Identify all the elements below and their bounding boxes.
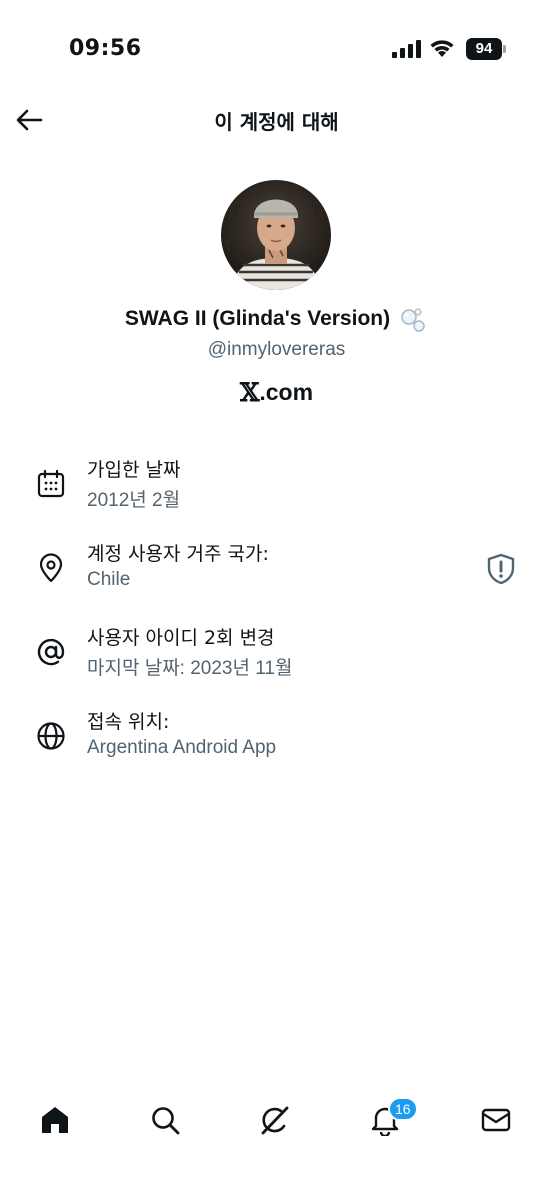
x-logo-text: 𝕏 <box>239 378 260 407</box>
status-bar: 09:56 94 <box>0 0 553 96</box>
at-sign-icon <box>37 638 65 666</box>
location-pin-icon <box>39 553 63 583</box>
signal-icon <box>392 40 421 58</box>
battery-cap <box>503 45 506 53</box>
notification-count-badge: 16 <box>388 1097 418 1121</box>
search-icon <box>152 1107 180 1135</box>
avatar[interactable] <box>221 180 331 290</box>
header: 이 계정에 대해 <box>0 96 553 146</box>
info-value: 2012년 2월 <box>87 490 181 511</box>
status-time: 09:56 <box>69 36 142 61</box>
battery-icon: 94 <box>466 38 506 60</box>
display-name: SWAG II (Glinda's Version) <box>124 307 391 330</box>
info-value: Argentina Android App <box>87 737 277 758</box>
battery-level: 94 <box>466 38 502 60</box>
user-handle: @inmylovereras <box>207 339 346 360</box>
site-domain: .com <box>259 379 314 405</box>
nav-grok-button[interactable] <box>255 1100 295 1140</box>
shield-icon[interactable] <box>486 553 516 585</box>
info-joined-date: 가입한 날짜 2012년 2월 <box>0 455 553 525</box>
wifi-icon <box>430 40 454 57</box>
messages-icon <box>481 1108 511 1132</box>
info-value: Chile <box>87 569 131 590</box>
bubbles-icon <box>401 308 425 332</box>
bottom-nav <box>0 1090 553 1150</box>
info-country: 계정 사용자 거주 국가: Chile <box>0 539 553 609</box>
info-title: 사용자 아이디 2회 변경 <box>87 627 275 649</box>
calendar-icon <box>37 469 65 498</box>
info-title: 접속 위치: <box>87 711 170 733</box>
info-connected-via: 접속 위치: Argentina Android App <box>0 707 553 777</box>
display-name-row: SWAG II (Glinda's Version) <box>0 304 553 334</box>
page-title: 이 계정에 대해 <box>214 110 339 134</box>
nav-home-button[interactable] <box>35 1100 75 1140</box>
info-title: 계정 사용자 거주 국가: <box>87 543 269 565</box>
home-icon <box>42 1107 68 1133</box>
x-com-label: 𝕏 .com <box>0 378 553 407</box>
info-value: 마지막 날짜: 2023년 11월 <box>87 658 293 679</box>
avatar-image <box>221 180 331 290</box>
nav-messages-button[interactable] <box>476 1100 516 1140</box>
grok-icon <box>261 1106 289 1135</box>
globe-icon <box>37 722 65 750</box>
nav-search-button[interactable] <box>145 1100 185 1140</box>
info-username-changes: 사용자 아이디 2회 변경 마지막 날짜: 2023년 11월 <box>0 623 553 693</box>
info-title: 가입한 날짜 <box>87 459 181 481</box>
